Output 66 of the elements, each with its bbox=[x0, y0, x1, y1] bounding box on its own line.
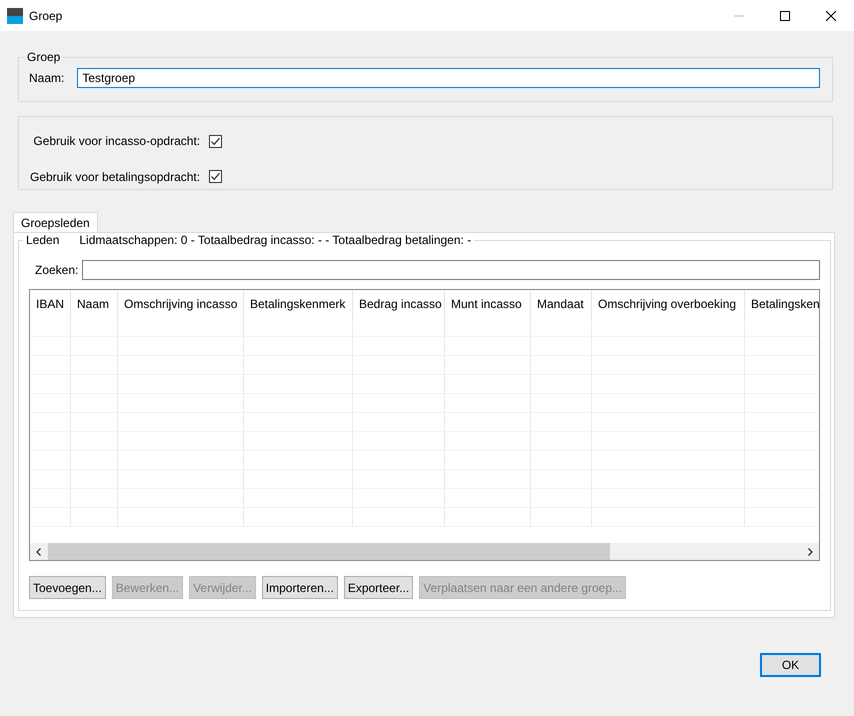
scrollbar-thumb[interactable] bbox=[48, 543, 610, 560]
table-cell bbox=[30, 470, 71, 489]
window-title: Groep bbox=[29, 8, 62, 22]
scroll-right-icon[interactable] bbox=[806, 548, 814, 556]
table-cell bbox=[30, 413, 71, 432]
table-cell bbox=[71, 394, 118, 413]
column-header[interactable]: Bedrag incasso bbox=[353, 290, 445, 318]
table-cell bbox=[30, 508, 71, 527]
table-cell bbox=[30, 337, 71, 356]
name-field[interactable]: Testgroep bbox=[77, 68, 820, 88]
action-button[interactable]: Importeren... bbox=[262, 576, 338, 599]
scroll-left-icon[interactable] bbox=[35, 548, 43, 556]
table-cell bbox=[71, 413, 118, 432]
table-cell bbox=[531, 413, 592, 432]
option-label: Gebruik voor betalingsopdracht: bbox=[30, 170, 202, 184]
table-cell bbox=[30, 356, 71, 375]
action-button[interactable]: Exporteer... bbox=[344, 576, 414, 599]
summary-text: Lidmaatschappen: 0 - Totaalbedrag incasso: - - Totaalbedrag betalingen: - bbox=[79, 233, 472, 247]
table-cell bbox=[30, 318, 71, 337]
table-cell bbox=[531, 432, 592, 451]
table-cell bbox=[30, 432, 71, 451]
table-cell bbox=[531, 318, 592, 337]
members-legend: Leden bbox=[26, 233, 60, 247]
horizontal-scrollbar[interactable] bbox=[30, 543, 819, 560]
column-header[interactable]: Betalingskenmerk bbox=[244, 290, 353, 318]
maximize-icon[interactable] bbox=[780, 10, 790, 20]
column-header[interactable]: Mandaat bbox=[531, 290, 592, 318]
table-cell bbox=[71, 470, 118, 489]
table-cell bbox=[531, 375, 592, 394]
table-cell bbox=[71, 451, 118, 470]
search-label: Zoeken: bbox=[35, 263, 78, 277]
table-cell bbox=[30, 394, 71, 413]
option-label: Gebruik voor incasso-opdracht: bbox=[33, 134, 202, 148]
table-cell bbox=[531, 508, 592, 527]
close-icon[interactable] bbox=[826, 10, 836, 20]
ok-button[interactable]: OK bbox=[760, 653, 821, 677]
group-legend: Groep bbox=[25, 50, 62, 64]
app-icon bbox=[7, 8, 23, 24]
search-field[interactable] bbox=[82, 260, 820, 280]
table-cell bbox=[30, 451, 71, 470]
action-button[interactable]: Toevoegen... bbox=[29, 576, 106, 599]
checkbox[interactable] bbox=[209, 134, 222, 148]
table-cell bbox=[30, 375, 71, 394]
checkbox[interactable] bbox=[209, 170, 222, 184]
table-cell bbox=[531, 356, 592, 375]
table-cell bbox=[30, 489, 71, 508]
column-header[interactable]: Omschrijving incasso bbox=[118, 290, 244, 318]
column-header[interactable]: Munt incasso bbox=[445, 290, 531, 318]
table-cell bbox=[71, 432, 118, 451]
table-cell bbox=[531, 337, 592, 356]
column-header[interactable]: Betalingsken bbox=[745, 290, 819, 318]
name-label: Naam: bbox=[29, 71, 64, 85]
table-cell bbox=[71, 356, 118, 375]
table-cell bbox=[71, 489, 118, 508]
table-cell bbox=[531, 489, 592, 508]
table-cell bbox=[71, 337, 118, 356]
column-header[interactable]: IBAN bbox=[30, 290, 71, 318]
table-cell bbox=[71, 375, 118, 394]
table-cell bbox=[531, 394, 592, 413]
table-cell bbox=[71, 508, 118, 527]
table-cell bbox=[531, 470, 592, 489]
column-header[interactable]: Omschrijving overboeking bbox=[592, 290, 745, 318]
column-header[interactable]: Naam bbox=[71, 290, 118, 318]
table-cell bbox=[71, 318, 118, 337]
tab[interactable]: Groepsleden bbox=[13, 212, 98, 232]
table-cell bbox=[531, 451, 592, 470]
